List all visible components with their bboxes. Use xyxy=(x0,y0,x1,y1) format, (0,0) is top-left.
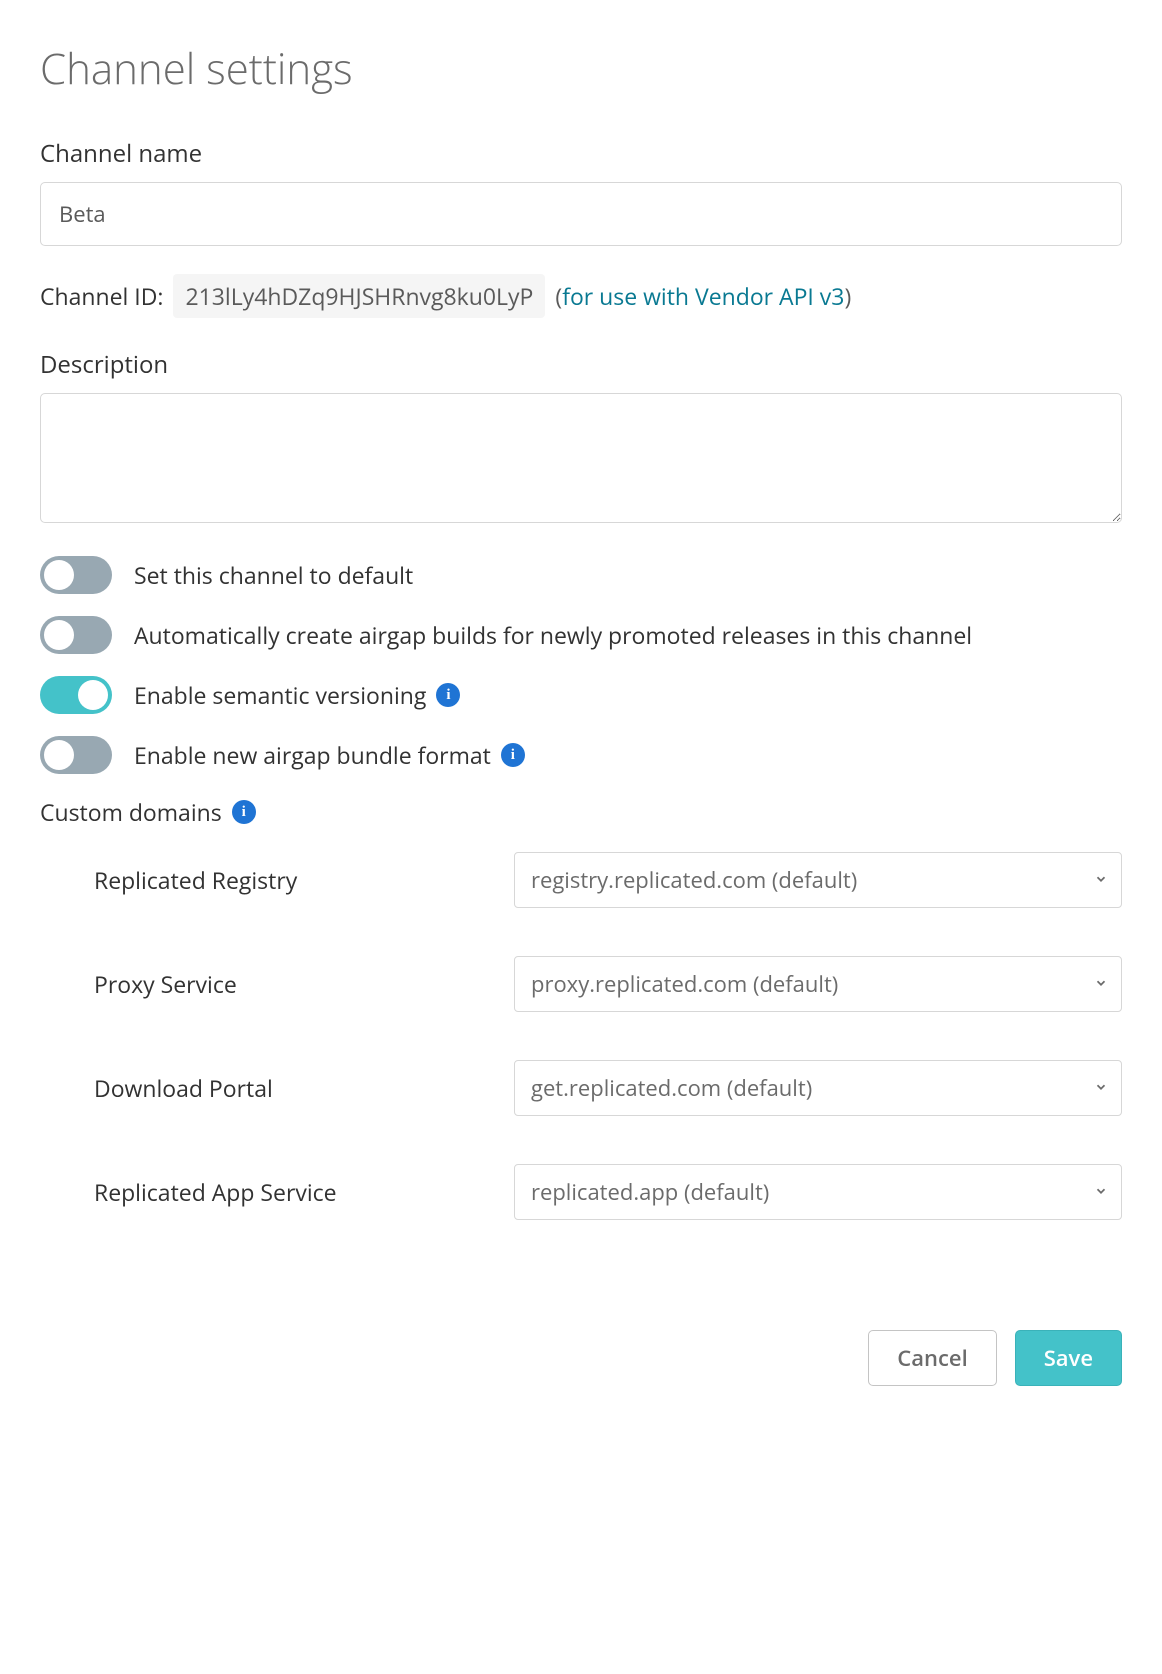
save-button[interactable]: Save xyxy=(1015,1330,1122,1386)
domain-select-wrap: proxy.replicated.com (default) xyxy=(514,956,1122,1012)
toggle-airgap-builds-row: Automatically create airgap builds for n… xyxy=(40,616,1122,654)
domain-select-proxy[interactable]: proxy.replicated.com (default) xyxy=(514,956,1122,1012)
toggle-new-airgap-format[interactable] xyxy=(40,736,112,774)
toggle-new-airgap-format-row: Enable new airgap bundle format i xyxy=(40,736,1122,774)
toggle-airgap-builds[interactable] xyxy=(40,616,112,654)
info-icon[interactable]: i xyxy=(501,743,525,767)
custom-domains-label: Custom domains i xyxy=(40,796,1122,828)
domain-row-app-service: Replicated App Service replicated.app (d… xyxy=(40,1164,1122,1220)
toggle-default-channel-label: Set this channel to default xyxy=(134,556,1122,591)
domain-select-download[interactable]: get.replicated.com (default) xyxy=(514,1060,1122,1116)
vendor-api-link[interactable]: for use with Vendor API v3 xyxy=(562,280,844,312)
toggle-semver[interactable] xyxy=(40,676,112,714)
domain-select-wrap: get.replicated.com (default) xyxy=(514,1060,1122,1116)
domain-row-registry: Replicated Registry registry.replicated.… xyxy=(40,852,1122,908)
toggle-new-airgap-format-label: Enable new airgap bundle format i xyxy=(134,736,1122,771)
channel-id-value: 213lLy4hDZq9HJSHRnvg8ku0LyP xyxy=(173,274,545,318)
description-input[interactable] xyxy=(40,393,1122,523)
domain-select-wrap: registry.replicated.com (default) xyxy=(514,852,1122,908)
domain-row-proxy: Proxy Service proxy.replicated.com (defa… xyxy=(40,956,1122,1012)
channel-name-input[interactable] xyxy=(40,182,1122,246)
domain-select-app-service[interactable]: replicated.app (default) xyxy=(514,1164,1122,1220)
toggle-default-channel-row: Set this channel to default xyxy=(40,556,1122,594)
toggle-semver-label: Enable semantic versioning i xyxy=(134,676,1122,711)
toggle-semver-row: Enable semantic versioning i xyxy=(40,676,1122,714)
domain-label-download: Download Portal xyxy=(94,1072,514,1104)
description-group: Description xyxy=(40,348,1122,528)
description-label: Description xyxy=(40,348,1122,381)
toggle-default-channel[interactable] xyxy=(40,556,112,594)
channel-name-group: Channel name xyxy=(40,137,1122,246)
hint-suffix: ) xyxy=(844,280,851,312)
channel-id-hint: (for use with Vendor API v3) xyxy=(555,280,851,312)
domain-label-registry: Replicated Registry xyxy=(94,864,514,896)
domain-select-registry[interactable]: registry.replicated.com (default) xyxy=(514,852,1122,908)
channel-name-label: Channel name xyxy=(40,137,1122,170)
cancel-button[interactable]: Cancel xyxy=(868,1330,996,1386)
domain-label-proxy: Proxy Service xyxy=(94,968,514,1000)
info-icon[interactable]: i xyxy=(436,683,460,707)
footer: Cancel Save xyxy=(40,1330,1122,1386)
info-icon[interactable]: i xyxy=(232,800,256,824)
page-title: Channel settings xyxy=(40,40,1122,97)
domain-label-app-service: Replicated App Service xyxy=(94,1176,514,1208)
domain-row-download: Download Portal get.replicated.com (defa… xyxy=(40,1060,1122,1116)
toggle-airgap-builds-label: Automatically create airgap builds for n… xyxy=(134,616,1122,651)
domain-select-wrap: replicated.app (default) xyxy=(514,1164,1122,1220)
channel-id-label: Channel ID: xyxy=(40,280,163,312)
channel-id-row: Channel ID: 213lLy4hDZq9HJSHRnvg8ku0LyP … xyxy=(40,274,1122,318)
